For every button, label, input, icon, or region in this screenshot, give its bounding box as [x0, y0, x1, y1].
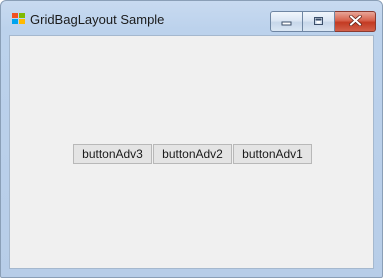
minimize-icon: [281, 13, 292, 31]
close-button[interactable]: [335, 11, 376, 32]
button-adv-3[interactable]: buttonAdv3: [73, 144, 152, 164]
close-icon: [348, 13, 362, 31]
caption-buttons: [270, 11, 376, 32]
minimize-button[interactable]: [270, 11, 303, 32]
gridbag-panel: buttonAdv3 buttonAdv2 buttonAdv1: [73, 144, 312, 164]
maximize-button[interactable]: [303, 11, 335, 32]
windows-app-icon: [11, 12, 26, 26]
title-bar[interactable]: GridBagLayout Sample: [1, 1, 382, 35]
button-adv-1[interactable]: buttonAdv1: [233, 144, 312, 164]
window-title: GridBagLayout Sample: [30, 12, 165, 27]
maximize-icon: [313, 13, 324, 31]
app-window: GridBagLayout Sample buttonAdv3 buttonAd…: [0, 0, 383, 278]
client-area: buttonAdv3 buttonAdv2 buttonAdv1: [9, 35, 374, 269]
button-adv-2[interactable]: buttonAdv2: [153, 144, 232, 164]
